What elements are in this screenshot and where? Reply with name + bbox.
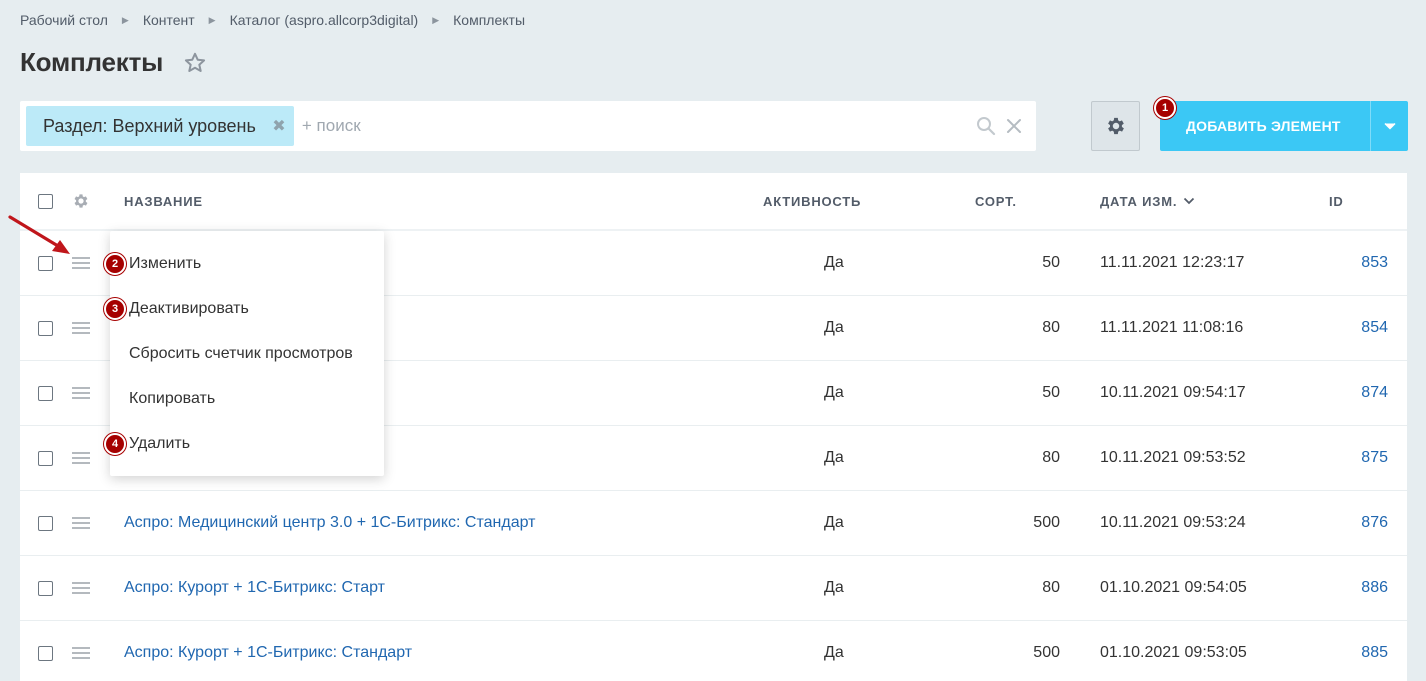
add-element-label: ДОБАВИТЬ ЭЛЕМЕНТ (1186, 118, 1341, 134)
add-element-dropdown[interactable] (1371, 122, 1408, 130)
title-row: Комплекты (20, 47, 207, 78)
row-select-cell (38, 426, 53, 490)
breadcrumb-item[interactable]: Контент (143, 12, 195, 28)
star-icon[interactable] (183, 51, 207, 75)
table-row: Аспро: Медицинский центр 3.0 + 1С-Битрик… (20, 491, 1407, 556)
chevron-right-icon: ▶ (208, 14, 216, 25)
row-sort: 80 (1042, 579, 1060, 596)
row-actions-cell (72, 556, 90, 620)
drag-handle-icon[interactable] (72, 322, 90, 334)
row-actions-cell (72, 621, 90, 681)
row-id-link[interactable]: 876 (1220, 491, 1388, 555)
add-element-button[interactable]: ДОБАВИТЬ ЭЛЕМЕНТ (1160, 101, 1408, 151)
drag-handle-icon[interactable] (72, 582, 90, 594)
settings-button[interactable] (1091, 101, 1140, 151)
row-id-link[interactable]: 854 (1220, 296, 1388, 360)
row-name-link[interactable]: Аспро: Медицинский центр 3.0 + 1С-Битрик… (124, 491, 535, 555)
breadcrumb-item[interactable]: Каталог (aspro.allcorp3digital) (230, 12, 419, 28)
search-input[interactable] (301, 116, 942, 136)
row-checkbox[interactable] (38, 515, 53, 531)
column-header-sort[interactable]: СОРТ. (975, 173, 1017, 229)
row-checkbox[interactable] (38, 320, 53, 336)
annotation-arrow (8, 215, 70, 254)
row-select-cell (38, 556, 53, 620)
row-actions-cell (72, 361, 90, 425)
filter-chip-section[interactable]: Раздел: Верхний уровень ✖ (26, 106, 294, 146)
table-header: НАЗВАНИЕ АКТИВНОСТЬ СОРТ. ДАТА ИЗМ. ID (20, 173, 1407, 231)
clear-icon[interactable] (1005, 117, 1023, 135)
row-actions-cell (72, 231, 90, 295)
row-actions-cell (72, 296, 90, 360)
column-header-date[interactable]: ДАТА ИЗМ. (1100, 173, 1195, 229)
row-select-cell (38, 361, 53, 425)
gear-icon (1107, 117, 1124, 135)
row-sort: 80 (1042, 449, 1060, 466)
search-icon[interactable] (976, 116, 996, 136)
row-id-link[interactable]: 853 (1220, 231, 1388, 295)
row-id-link[interactable]: 886 (1220, 556, 1388, 620)
breadcrumb: Рабочий стол ▶ Контент ▶ Каталог (aspro.… (20, 12, 525, 28)
row-context-menu: Изменить Деактивировать Сбросить счетчик… (110, 231, 384, 476)
row-id-link[interactable]: 885 (1220, 621, 1388, 681)
row-select-cell (38, 491, 53, 555)
row-sort: 50 (1042, 254, 1060, 271)
annotation-badge-3: 3 (104, 298, 126, 320)
menu-item-edit[interactable]: Изменить (110, 241, 384, 286)
sort-desc-icon (1184, 197, 1195, 205)
annotation-badge-1: 1 (1154, 97, 1176, 119)
row-actions-cell (72, 491, 90, 555)
row-checkbox[interactable] (38, 645, 53, 661)
chevron-right-icon: ▶ (121, 14, 129, 25)
drag-handle-icon[interactable] (72, 257, 90, 269)
row-name-link[interactable]: Аспро: Курорт + 1С-Битрикс: Стандарт (124, 621, 412, 681)
row-sort: 500 (1033, 514, 1060, 531)
menu-item-reset-views[interactable]: Сбросить счетчик просмотров (110, 331, 384, 376)
menu-item-deactivate[interactable]: Деактивировать (110, 286, 384, 331)
row-actions-cell (72, 426, 90, 490)
gear-icon[interactable] (72, 192, 90, 210)
row-id-link[interactable]: 874 (1220, 361, 1388, 425)
chevron-right-icon: ▶ (432, 14, 440, 25)
row-sort: 50 (1042, 384, 1060, 401)
table-row: Аспро: Курорт + 1С-Битрикс: Старт Да 80 … (20, 556, 1407, 621)
row-select-cell (38, 621, 53, 681)
caret-down-icon (1383, 122, 1396, 130)
filter-search-bar[interactable]: Раздел: Верхний уровень ✖ (20, 101, 1036, 151)
drag-handle-icon[interactable] (72, 647, 90, 659)
page-title: Комплекты (20, 47, 164, 77)
chip-close-icon[interactable]: ✖ (272, 116, 286, 136)
row-name-link[interactable]: Аспро: Курорт + 1С-Битрикс: Старт (124, 556, 385, 620)
menu-item-copy[interactable]: Копировать (110, 376, 384, 421)
table-row: Аспро: Курорт + 1С-Битрикс: Стандарт Да … (20, 621, 1407, 681)
row-sort: 500 (1033, 644, 1060, 661)
column-settings-cell (72, 173, 90, 229)
filter-chip-label: Раздел: Верхний уровень (43, 115, 256, 136)
drag-handle-icon[interactable] (72, 517, 90, 529)
row-id-link[interactable]: 875 (1220, 426, 1388, 490)
menu-item-delete[interactable]: Удалить (110, 421, 384, 466)
column-header-id[interactable]: ID (1329, 173, 1344, 229)
drag-handle-icon[interactable] (72, 452, 90, 464)
column-header-active[interactable]: АКТИВНОСТЬ (763, 173, 861, 229)
annotation-badge-2: 2 (104, 253, 126, 275)
row-sort: 80 (1042, 319, 1060, 336)
select-all-checkbox[interactable] (38, 193, 53, 209)
row-checkbox[interactable] (38, 385, 53, 401)
column-header-name[interactable]: НАЗВАНИЕ (124, 173, 203, 229)
column-header-date-label: ДАТА ИЗМ. (1100, 193, 1178, 209)
row-checkbox[interactable] (38, 580, 53, 596)
row-select-cell (38, 296, 53, 360)
annotation-badge-4: 4 (104, 433, 126, 455)
drag-handle-icon[interactable] (72, 387, 90, 399)
row-checkbox[interactable] (38, 450, 53, 466)
breadcrumb-item[interactable]: Комплекты (453, 12, 525, 28)
breadcrumb-item[interactable]: Рабочий стол (20, 12, 108, 28)
